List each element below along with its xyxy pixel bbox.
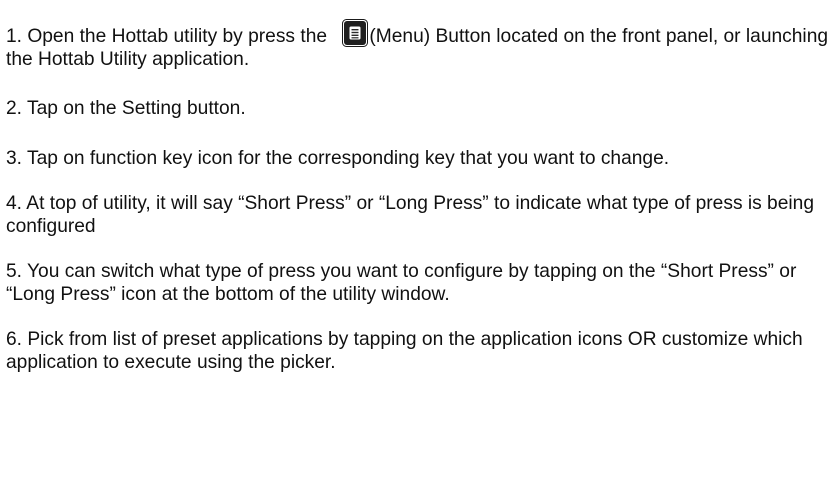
step-4: 4. At top of utility, it will say “Short… [6, 193, 815, 237]
step-1: 1. Open the Hottab utility by press the … [6, 19, 834, 71]
step-2: 2. Tap on the Setting button. [6, 98, 246, 119]
step-3: 3. Tap on function key icon for the corr… [6, 148, 670, 169]
instructions-document: 1. Open the Hottab utility by press the … [6, 19, 834, 396]
step-5: 5. You can switch what type of press you… [6, 261, 797, 305]
step-6: 6. Pick from list of preset applications… [6, 329, 803, 373]
step-1-text-before-icon: 1. Open the Hottab utility by press the [6, 26, 333, 47]
menu-button-icon [342, 19, 369, 47]
